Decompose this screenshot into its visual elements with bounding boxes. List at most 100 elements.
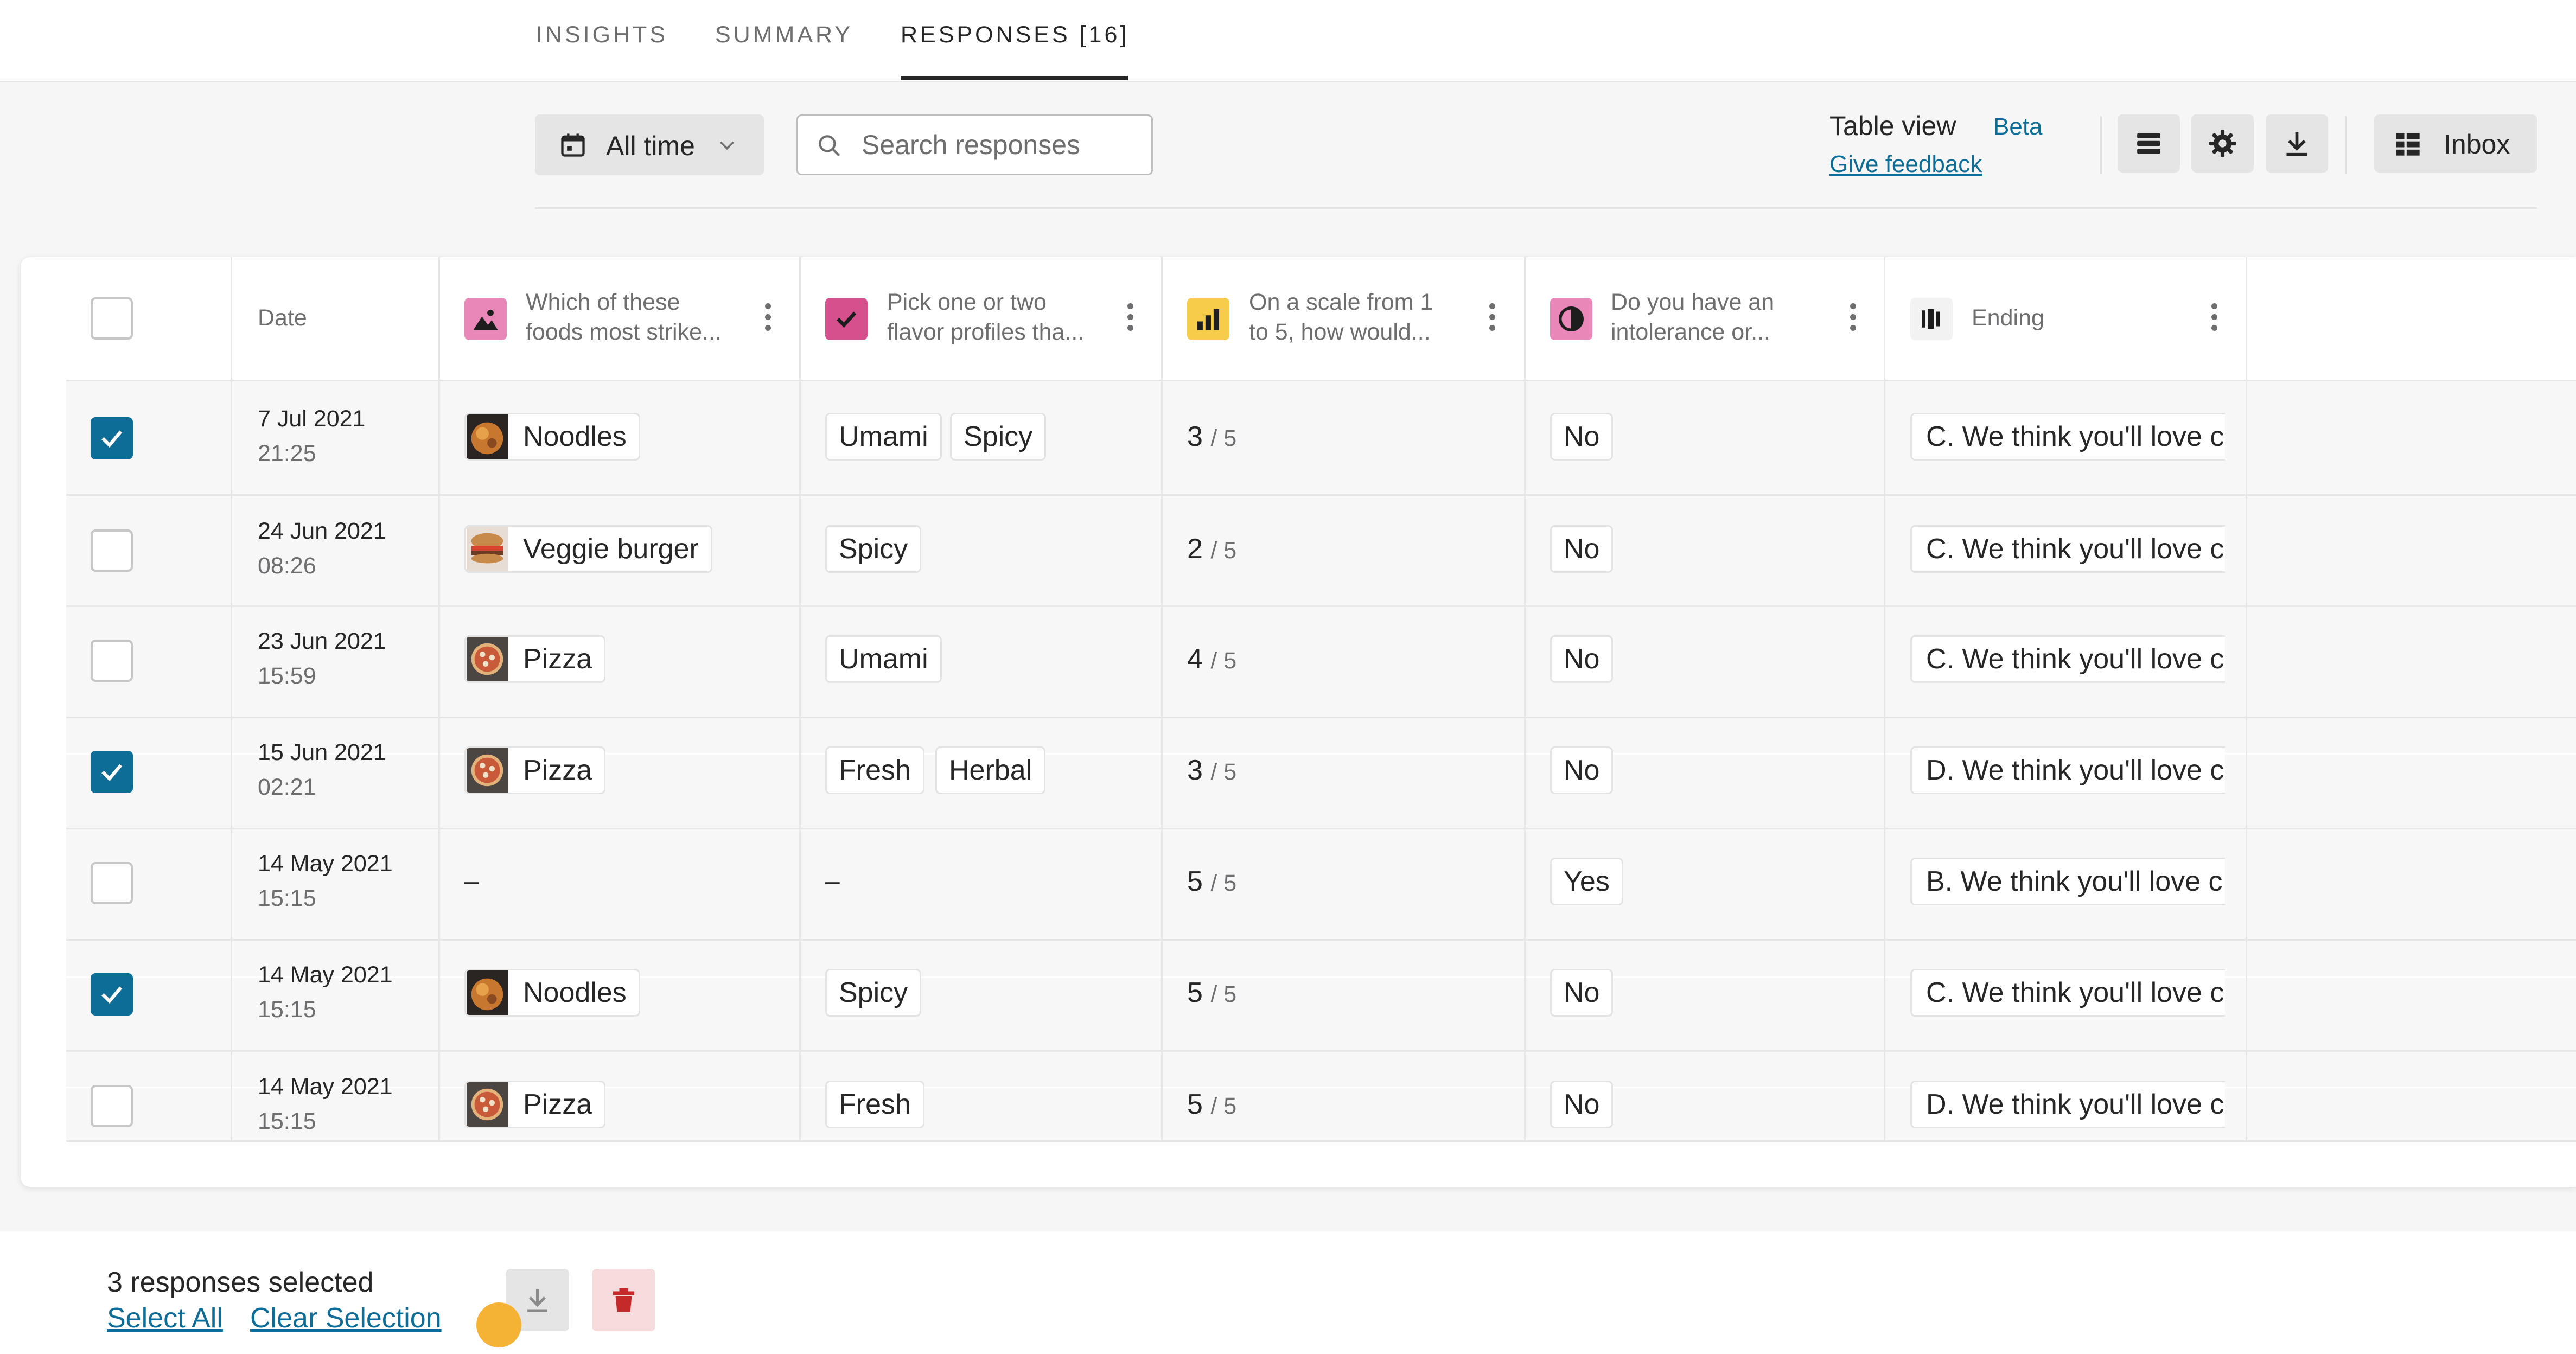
date-filter-label: All time	[606, 131, 695, 161]
column-divider	[438, 257, 440, 1142]
score-max: / 5	[1210, 759, 1237, 785]
score-value: 3	[1187, 421, 1203, 452]
check-icon	[101, 764, 123, 782]
column-header-flavor[interactable]: Pick one or two flavor profiles tha...	[887, 288, 1104, 347]
settings-button[interactable]	[2191, 114, 2254, 173]
column-header-text: On a scale from 1	[1249, 289, 1433, 315]
give-feedback-link[interactable]: Give feedback	[1829, 151, 1982, 178]
row-divider	[66, 1050, 2576, 1052]
column-header-ending[interactable]: Ending	[1972, 305, 2189, 331]
row-checkbox[interactable]	[91, 751, 133, 793]
search-icon	[819, 135, 840, 157]
table-footer-space	[21, 1142, 2576, 1187]
row-checkbox[interactable]	[91, 1085, 133, 1127]
column-menu-icon[interactable]	[762, 303, 773, 334]
score-value: 3	[1187, 755, 1203, 786]
row-date: 14 May 2021	[258, 1074, 393, 1100]
tab-insights[interactable]: INSIGHTS	[536, 22, 668, 48]
flavor-chip: Spicy	[825, 969, 922, 1017]
check-icon	[101, 430, 123, 448]
column-header-text: Do you have an	[1611, 289, 1775, 315]
top-tab-bar: INSIGHTS SUMMARY RESPONSES [16]	[0, 0, 2576, 82]
score-max: / 5	[1210, 425, 1237, 451]
cursor-indicator	[476, 1302, 521, 1347]
row-checkbox[interactable]	[91, 529, 133, 572]
selection-bar	[0, 1231, 2576, 1354]
search-field[interactable]	[796, 114, 1153, 175]
score-max: / 5	[1210, 981, 1237, 1007]
download-icon	[2286, 132, 2307, 156]
intolerance-chip: No	[1550, 746, 1614, 794]
inbox-label: Inbox	[2444, 129, 2510, 159]
select-all-link[interactable]: Select All	[107, 1302, 223, 1334]
select-all-checkbox[interactable]	[91, 297, 133, 340]
food-answer-chip: Veggie burger	[464, 525, 712, 573]
food-answer-chip: Pizza	[464, 746, 606, 794]
row-divider	[66, 494, 2576, 496]
calendar-icon	[561, 133, 585, 157]
intolerance-chip: No	[1550, 635, 1614, 683]
row-divider	[66, 605, 2576, 607]
delete-selected-button[interactable]	[592, 1269, 655, 1331]
column-header-scale[interactable]: On a scale from 1 to 5, how would...	[1249, 288, 1466, 347]
column-menu-icon[interactable]	[1487, 303, 1497, 334]
inbox-grid-icon	[2396, 133, 2420, 156]
flavor-chip: Spicy	[950, 413, 1047, 461]
column-divider	[1524, 257, 1526, 1142]
download-icon	[527, 1288, 547, 1312]
toolbar-divider	[2100, 116, 2102, 174]
row-checkbox[interactable]	[91, 973, 133, 1015]
scale-score: 5 / 5	[1187, 865, 1236, 898]
row-divider	[66, 939, 2576, 941]
picture-choice-icon	[464, 298, 507, 340]
tab-summary[interactable]: SUMMARY	[715, 22, 853, 48]
score-max: / 5	[1210, 648, 1237, 674]
empty-answer: –	[464, 867, 479, 896]
row-date: 15 Jun 2021	[258, 739, 386, 765]
column-header-text: foods most strike...	[526, 319, 722, 345]
column-menu-icon[interactable]	[1847, 303, 1858, 334]
selected-count: 3 responses selected	[107, 1267, 374, 1298]
ending-chip: C. We think you'll love c	[1910, 413, 2225, 461]
toolbar-divider-line	[535, 207, 2537, 209]
column-header-date[interactable]: Date	[258, 305, 307, 331]
food-answer-text: Noodles	[523, 421, 627, 452]
column-divider	[2246, 257, 2247, 1142]
column-menu-icon[interactable]	[2209, 303, 2220, 334]
row-time: 21:25	[258, 440, 316, 467]
opinion-scale-icon	[1187, 298, 1229, 340]
column-header-intolerance[interactable]: Do you have an intolerance or...	[1611, 288, 1828, 347]
row-checkbox[interactable]	[91, 862, 133, 904]
score-max: / 5	[1210, 870, 1237, 896]
row-divider	[66, 380, 2576, 381]
ending-chip: C. We think you'll love c	[1910, 525, 2225, 573]
food-answer-text: Pizza	[523, 643, 592, 675]
list-view-button[interactable]	[2118, 114, 2180, 173]
food-answer-chip: Pizza	[464, 635, 606, 683]
row-checkbox[interactable]	[91, 417, 133, 459]
score-max: / 5	[1210, 1093, 1237, 1119]
ending-chip: C. We think you'll love c	[1910, 635, 2225, 683]
row-divider	[66, 828, 2576, 829]
row-date: 23 Jun 2021	[258, 628, 386, 654]
table-view-title: Table view	[1829, 111, 1956, 141]
inbox-button[interactable]: Inbox	[2374, 114, 2537, 173]
beta-badge: Beta	[1993, 113, 2043, 140]
ending-chip: C. We think you'll love c	[1910, 969, 2225, 1017]
food-answer-chip: Noodles	[464, 969, 640, 1017]
row-date: 14 May 2021	[258, 962, 393, 988]
flavor-chip: Umami	[825, 413, 942, 461]
flavor-chip: Herbal	[935, 746, 1046, 794]
date-filter-dropdown[interactable]: All time	[535, 114, 764, 175]
row-checkbox[interactable]	[91, 640, 133, 682]
column-menu-icon[interactable]	[1125, 303, 1136, 334]
food-answer-chip: Noodles	[464, 413, 640, 461]
clear-selection-link[interactable]: Clear Selection	[250, 1302, 442, 1334]
ending-icon	[1910, 298, 1953, 340]
row-divider	[66, 717, 2576, 718]
search-input[interactable]	[860, 128, 1134, 162]
download-button[interactable]	[2266, 114, 2328, 173]
flavor-chip: Fresh	[825, 1081, 924, 1128]
column-header-food[interactable]: Which of these foods most strike...	[526, 288, 743, 347]
tab-responses[interactable]: RESPONSES [16]	[901, 22, 1129, 48]
